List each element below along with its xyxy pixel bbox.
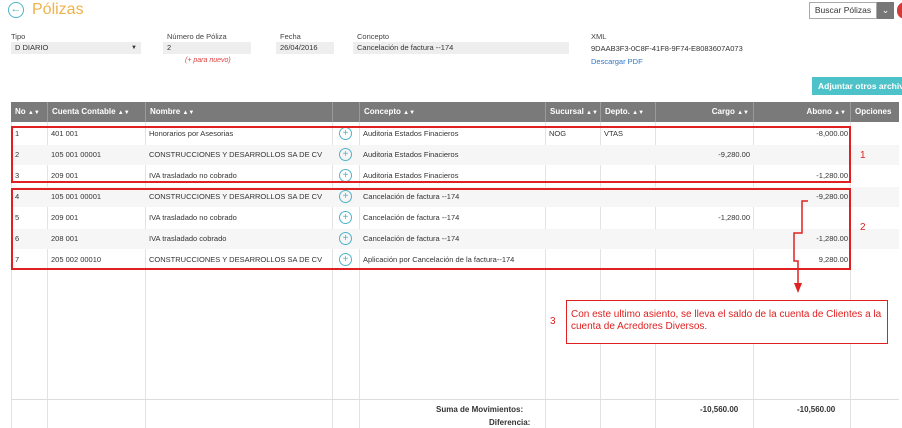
annotation-box-2: [11, 188, 851, 270]
col-no[interactable]: No ▲▼: [11, 102, 47, 122]
numero-hint: (+ para nuevo): [185, 57, 231, 64]
col-cargo[interactable]: Cargo ▲▼: [655, 102, 753, 122]
sort-icon: ▲▼: [737, 110, 749, 116]
xml-label: XML: [591, 32, 607, 41]
annotation-box-1: [11, 126, 851, 183]
sort-icon: ▲▼: [632, 110, 645, 116]
col-depto[interactable]: Depto. ▲▼: [600, 102, 655, 122]
attach-files-button[interactable]: Adjuntar otros archivos: [812, 77, 902, 95]
table-header: No ▲▼ Cuenta Contable ▲▼ Nombre ▲▼ Conce…: [11, 102, 899, 122]
annotation-number-2: 2: [860, 222, 866, 233]
footer-divider: [11, 399, 899, 400]
sort-icon: ▲▼: [27, 110, 40, 116]
page-title: Pólizas: [32, 1, 84, 18]
col-action: [332, 102, 359, 122]
xml-uuid: 9DAAB3F3-0C8F-41F8-9F74-E8083607A073: [591, 44, 743, 53]
back-arrow-icon[interactable]: ←: [8, 2, 24, 18]
chevron-down-icon[interactable]: ⌄: [877, 2, 894, 19]
numero-label: Número de Póliza: [167, 32, 227, 41]
annotation-note: Con este ultimo asiento, se lleva el sal…: [566, 300, 888, 344]
sort-icon: ▲▼: [834, 110, 846, 116]
annotation-number-3: 3: [550, 316, 556, 327]
col-nombre[interactable]: Nombre ▲▼: [145, 102, 332, 122]
col-concepto[interactable]: Concepto ▲▼: [359, 102, 545, 122]
diff-label: Diferencia:: [489, 418, 531, 427]
annotation-arrow: [793, 200, 808, 293]
col-opciones: Opciones: [850, 102, 899, 122]
sort-icon: ▲▼: [403, 110, 416, 116]
download-pdf-link[interactable]: Descargar PDF: [591, 57, 643, 66]
tipo-select[interactable]: D DIARIO ▼: [11, 42, 141, 54]
search-polizas-button[interactable]: Buscar Pólizas: [809, 2, 877, 19]
abono-total: -10,560.00: [797, 405, 836, 414]
sort-icon: ▲▼: [586, 110, 598, 116]
annotation-number-1: 1: [860, 150, 866, 161]
cargo-total: -10,560.00: [700, 405, 739, 414]
sort-icon: ▲▼: [182, 110, 195, 116]
fecha-label: Fecha: [280, 32, 301, 41]
fecha-input[interactable]: 26/04/2016: [276, 42, 334, 54]
col-abono[interactable]: Abono ▲▼: [753, 102, 850, 122]
col-cuenta[interactable]: Cuenta Contable ▲▼: [47, 102, 145, 122]
dropdown-arrow-icon: ▼: [131, 45, 137, 51]
concepto-label: Concepto: [357, 32, 390, 41]
sort-icon: ▲▼: [117, 110, 130, 116]
concepto-input[interactable]: Cancelación de factura --174: [353, 42, 569, 54]
sum-label: Suma de Movimientos:: [436, 405, 524, 414]
col-sucursal[interactable]: Sucursal ▲▼: [545, 102, 600, 122]
tipo-label: Tipo: [11, 32, 26, 41]
close-icon[interactable]: [897, 2, 902, 19]
tipo-value: D DIARIO: [15, 43, 49, 52]
numero-input[interactable]: 2: [163, 42, 251, 54]
